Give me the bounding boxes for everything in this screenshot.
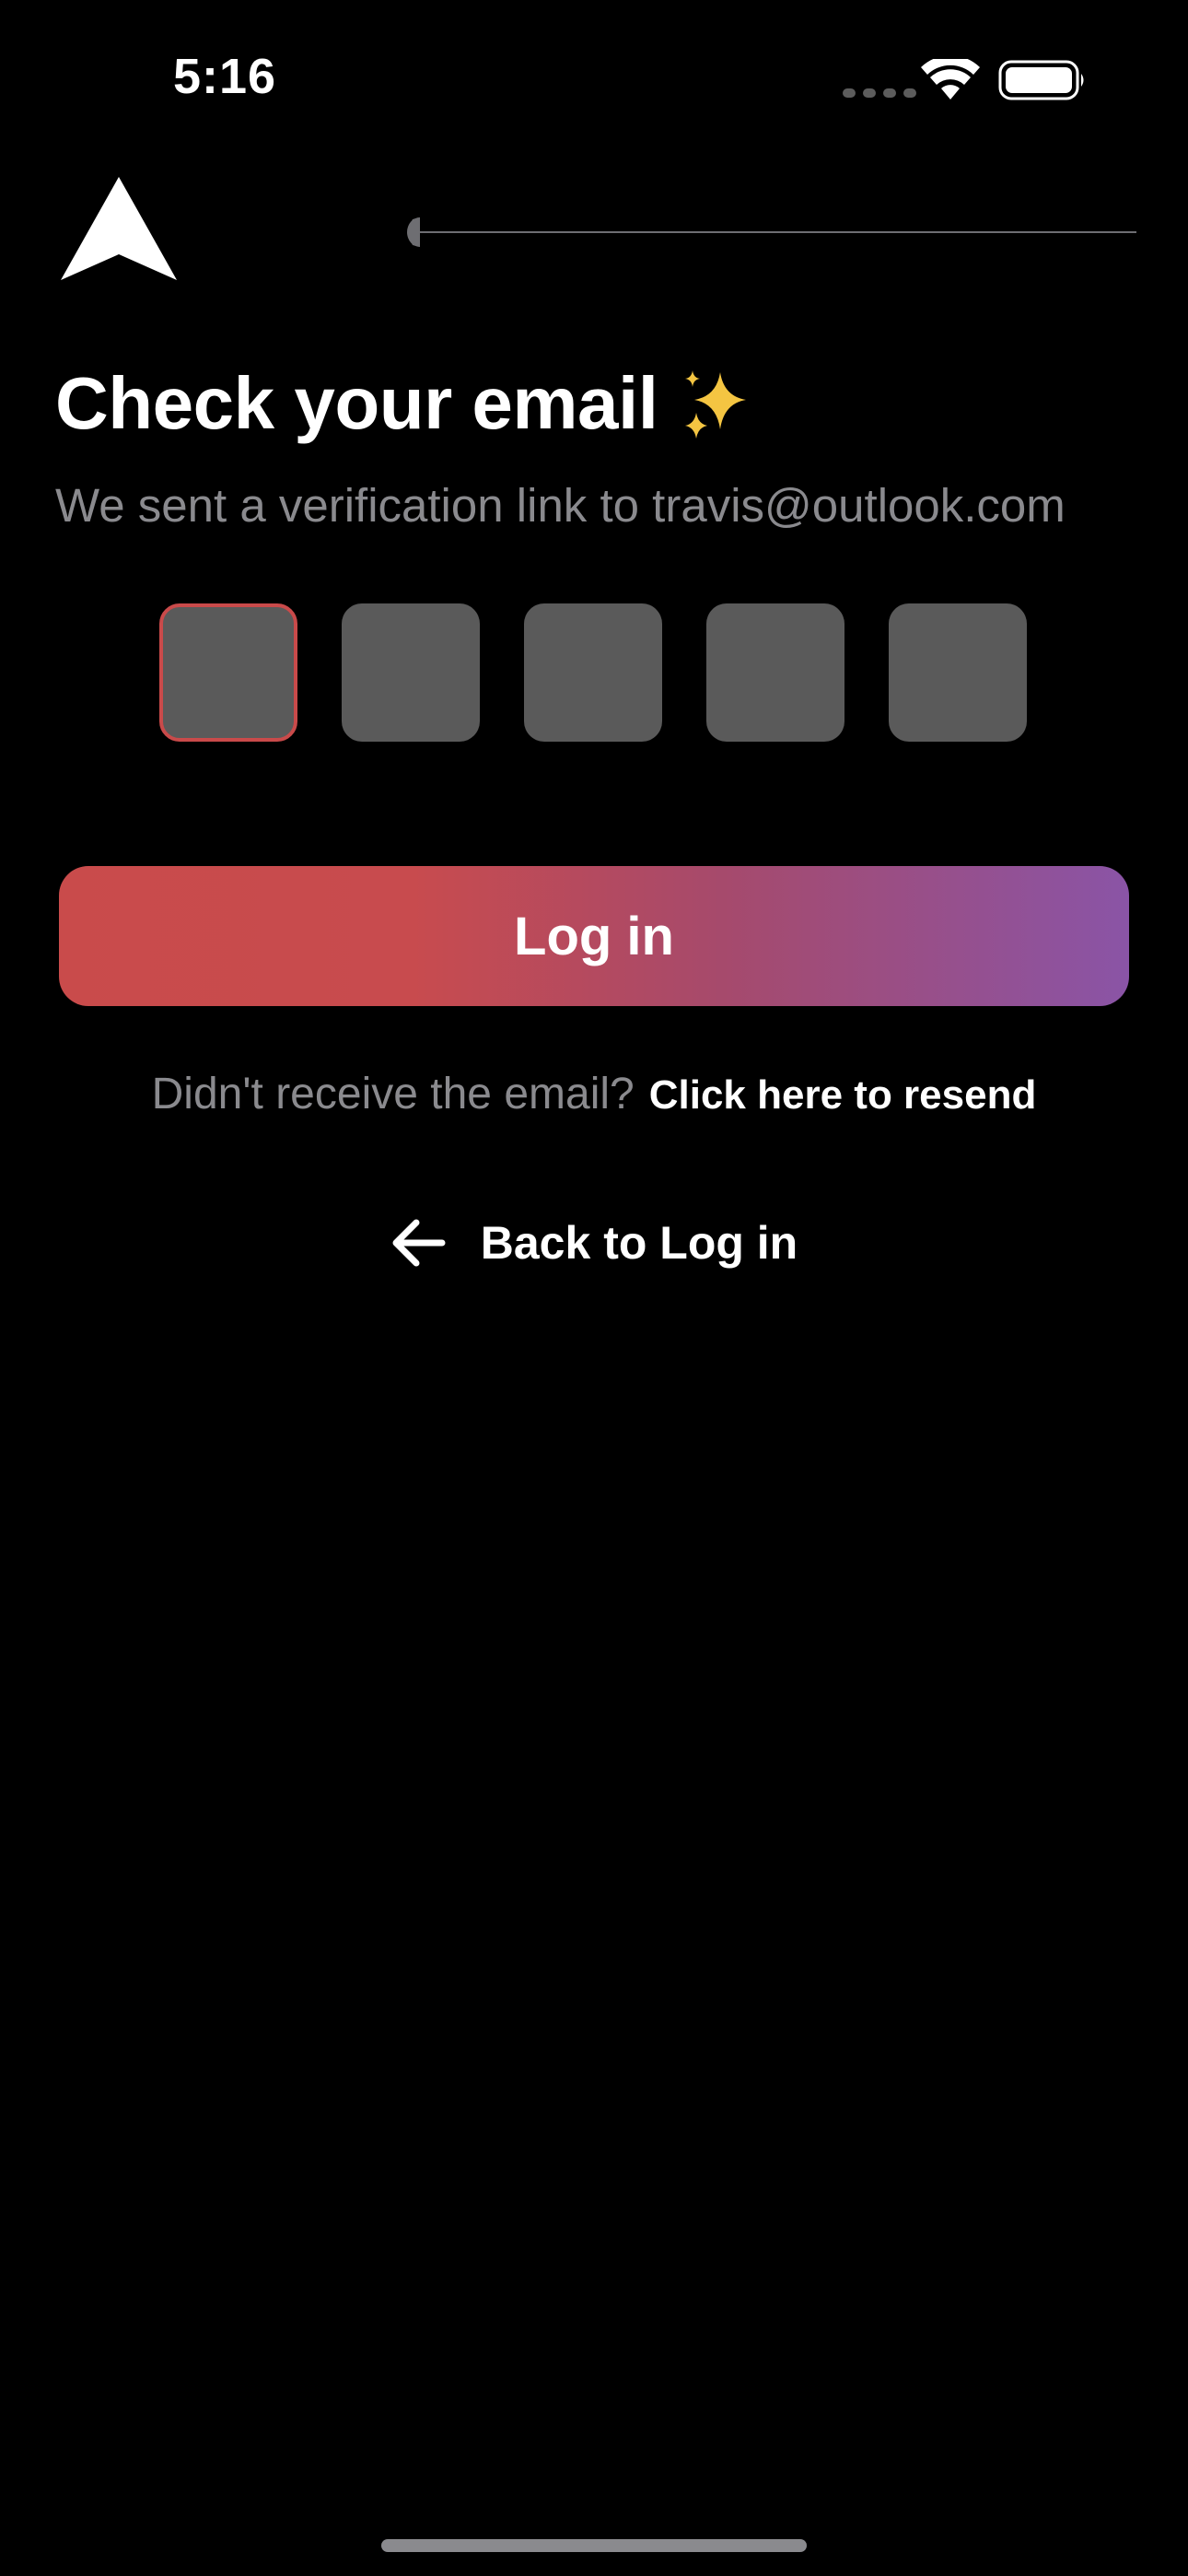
back-to-login-label: Back to Log in xyxy=(480,1217,798,1269)
resend-link[interactable]: Click here to resend xyxy=(649,1072,1037,1118)
status-time: 5:16 xyxy=(173,49,277,104)
code-input-2[interactable] xyxy=(342,603,480,742)
page-subtitle: We sent a verification link to travis@ou… xyxy=(55,479,1066,532)
login-button-label: Log in xyxy=(514,906,674,966)
status-bar: 5:16 xyxy=(0,0,1188,157)
code-input-3[interactable] xyxy=(524,603,662,742)
code-input-4[interactable] xyxy=(706,603,844,742)
arrow-left-icon xyxy=(392,1219,446,1267)
verification-code-inputs xyxy=(159,603,1027,742)
wifi-icon xyxy=(921,59,980,100)
code-input-1[interactable] xyxy=(159,603,297,742)
code-input-5[interactable] xyxy=(889,603,1027,742)
resend-prompt: Didn't receive the email? xyxy=(151,1070,635,1118)
battery-icon xyxy=(998,60,1084,100)
sparkles-icon xyxy=(685,370,746,439)
signal-dots-icon xyxy=(843,88,916,98)
page-title: Check your email xyxy=(55,362,658,444)
login-button[interactable]: Log in xyxy=(59,866,1129,1006)
back-to-login-button[interactable]: Back to Log in xyxy=(0,1216,1188,1270)
arrowhead-logo-icon xyxy=(61,177,177,280)
home-indicator[interactable] xyxy=(381,2539,807,2552)
progress-indicator xyxy=(407,217,1136,247)
resend-row: Didn't receive the email? Click here to … xyxy=(0,1069,1188,1119)
